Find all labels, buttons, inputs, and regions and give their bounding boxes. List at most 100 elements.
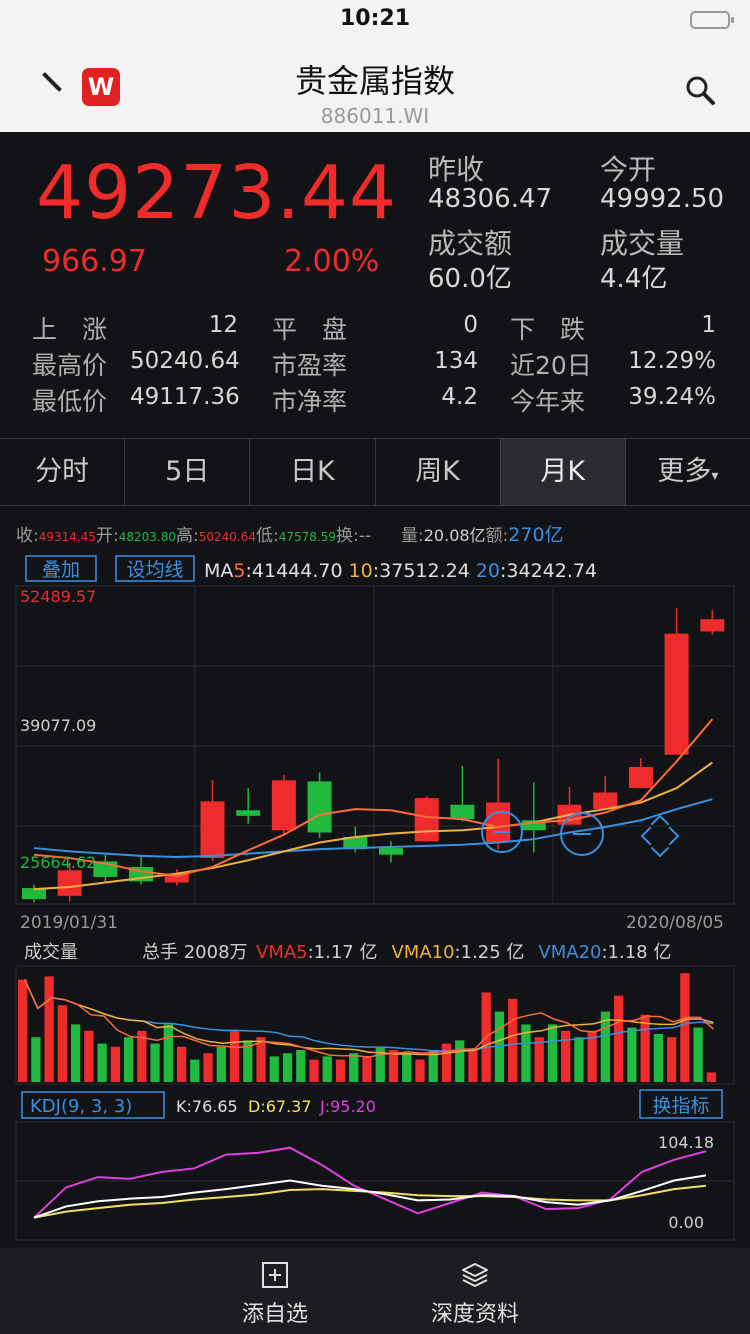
switch-indicator-label: 换指标 [652,1095,709,1117]
volume-bar [18,979,28,1082]
vol-label: 量: [401,526,424,546]
circle-marker-icon[interactable] [560,812,604,856]
volume-bar [441,1043,452,1082]
axis-label-low: 25664.62 [20,853,96,872]
depth-data-button[interactable]: 深度资料 [375,1248,575,1334]
page-title: 贵金属指数 [294,62,455,100]
open-value: 48203.80 [118,530,176,544]
volume-total: 总手 2008万 [142,942,248,963]
amount-label: 额: [485,526,509,546]
date-start: 2019/01/31 [20,913,118,933]
search-icon[interactable] [684,74,716,106]
candle-body [22,888,46,900]
tab-5day[interactable]: 5日 [125,439,251,505]
ma5-period: 5 [233,560,245,582]
change-value: 966.97 [42,244,147,279]
flat-value: 0 [463,312,478,338]
ma10-period: 10 [349,560,373,582]
volume-bar [31,1037,41,1082]
low-value: 47578.59 [278,530,336,544]
volume-bar [229,1030,240,1082]
pb-value: 4.2 [441,384,478,410]
down-value: 1 [701,312,716,338]
tab-daily-k[interactable]: 日K [250,439,376,505]
volume-bar [176,1046,187,1082]
kline-chart[interactable]: 叠加 设均线 MA5:41444.70 10:37512.24 20:34242.7… [0,550,750,1250]
volume-bar [322,1056,332,1082]
stats-grid: 上 涨 12 平 盘 0 下 跌 1 最高价 50240.64 市盈率 134 … [0,300,750,428]
candle-body [236,810,261,816]
vma10-label: VMA10 [391,942,454,963]
ma20-period: 20 [476,560,500,582]
ma20-value: :34242.74 [500,560,597,582]
status-bar: 10:21 [0,0,750,40]
volume-bar [362,1056,372,1082]
volume-bar [57,1005,67,1082]
volume-bar [415,1059,425,1082]
index-code: 886011.WI [320,104,430,128]
ma-settings-label: 设均线 [126,559,183,581]
candle-body [414,798,439,842]
volume-title: 成交量 [24,942,78,963]
prev-close-label: 昨收 [428,153,485,186]
high-value: 50240.64 [130,348,240,374]
amount-value: 270亿 [508,524,564,546]
vma5-value: :1.17 亿 [308,942,378,963]
overlay-button-label: 叠加 [42,559,80,581]
last-price: 49273.44 [36,150,398,236]
candle-body [486,802,511,843]
turnover-value: 60.0亿 [428,264,512,294]
low-label: 最低价 [32,387,108,416]
ohlc-bar: 收:49314.45开:48203.80高:50240.64低:47578.59… [16,520,736,548]
volume-bar [282,1053,293,1082]
tab-intraday[interactable]: 分时 [0,439,126,505]
candle-body [700,619,725,632]
volume-bar [534,1037,544,1082]
vma20-value: :1.18 亿 [601,942,671,963]
plus-square-icon [262,1262,288,1288]
volume-bar [693,1027,703,1082]
open-label: 今开 [600,153,657,186]
vol-value: 20.08亿 [423,526,486,545]
move-icon[interactable] [640,814,680,858]
candle-body [379,848,403,855]
up-value: 12 [208,312,238,338]
add-watchlist-button[interactable]: 添自选 [175,1248,375,1334]
candle-body [200,801,225,859]
change-percent: 2.00% [284,244,380,279]
down-label: 下 跌 [510,315,586,344]
tab-weekly-k[interactable]: 周K [376,439,501,505]
volume-bar [97,1043,107,1082]
tab-more-label: 更多 [657,456,712,487]
volume-bar [667,1037,677,1082]
volume-bar [123,1037,134,1082]
chevron-down-icon: ▾ [711,468,719,484]
volume-bar [706,1072,716,1082]
status-time: 10:21 [339,6,411,31]
ma5-prefix: MA [204,560,233,582]
volume-bar [455,1040,465,1082]
volume-frame [15,965,735,1085]
kdj-label: KDJ(9, 3, 3) [30,1096,132,1117]
volume-bar [190,1059,200,1082]
kdj-k-line [33,1174,707,1219]
quote-panel: 49273.44 966.97 2.00% 昨收 48306.47 今开 499… [0,132,750,300]
volume-bar [309,1059,319,1082]
candle-body [57,870,82,896]
ytd-value: 39.24% [628,384,716,410]
add-watchlist-label: 添自选 [241,1302,308,1327]
depth-data-label: 深度资料 [430,1302,519,1327]
tab-more[interactable]: 更多▾ [626,439,750,505]
tab-monthly-k[interactable]: 月K [500,439,626,505]
low-label: 低: [256,526,279,546]
vma20-label: VMA20 [538,942,601,963]
layers-icon [462,1263,488,1287]
chart-area[interactable]: 叠加 设均线 MA5:41444.70 10:37512.24 20:34242.7… [0,550,750,1250]
ma5-value: :41444.70 [245,560,342,582]
turnover-label: 成交额 [428,227,513,260]
turnover-rate-label: 换: [336,526,359,546]
bottom-toolbar: 添自选 深度资料 [0,1248,750,1334]
vma-values: VMA5:1.17 亿 VMA10:1.25 亿 VMA20:1.18 亿 [256,942,671,963]
close-label: 收: [16,526,39,546]
up-label: 上 涨 [32,315,108,344]
